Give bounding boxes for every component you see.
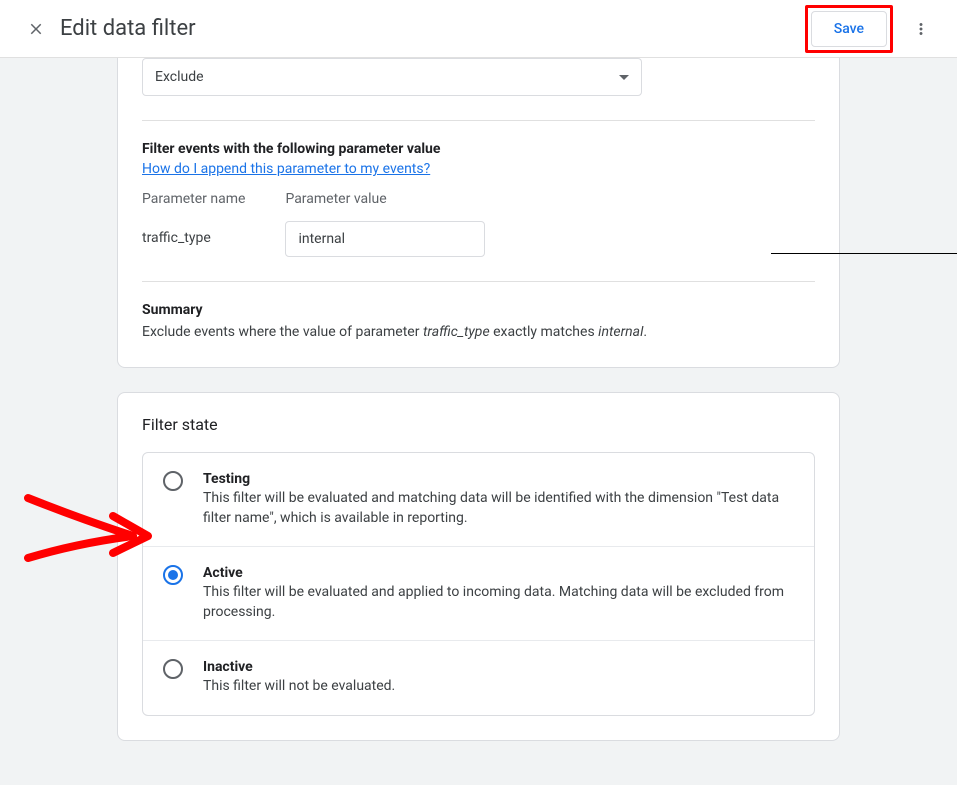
parameter-value-column: Parameter value xyxy=(285,191,485,257)
radio-icon xyxy=(163,659,183,679)
radio-title: Testing xyxy=(203,471,796,487)
divider xyxy=(142,281,815,282)
filter-operation-select[interactable]: Exclude xyxy=(142,58,642,96)
radio-title: Inactive xyxy=(203,659,796,675)
filter-settings-card: Exclude Filter events with the following… xyxy=(117,58,840,368)
close-button[interactable] xyxy=(16,9,56,49)
dropdown-icon xyxy=(619,75,629,80)
more-menu-button[interactable] xyxy=(901,9,941,49)
side-line-annotation xyxy=(771,253,957,254)
filter-operation-value: Exclude xyxy=(155,69,204,85)
filter-state-radio-group: Testing This filter will be evaluated an… xyxy=(142,452,815,716)
summary-text: Exclude events where the value of parame… xyxy=(142,322,815,343)
parameter-value-label: Parameter value xyxy=(285,191,485,207)
parameter-row: Parameter name traffic_type Parameter va… xyxy=(142,191,815,257)
summary-val: internal xyxy=(598,324,643,340)
filter-state-option-inactive[interactable]: Inactive This filter will not be evaluat… xyxy=(143,641,814,715)
summary-param: traffic_type xyxy=(423,324,490,340)
help-link[interactable]: How do I append this parameter to my eve… xyxy=(142,161,430,177)
filter-state-title: Filter state xyxy=(142,393,815,452)
summary-mid: exactly matches xyxy=(490,324,599,340)
radio-title: Active xyxy=(203,565,796,581)
radio-content: Testing This filter will be evaluated an… xyxy=(203,471,796,528)
parameter-value-input[interactable] xyxy=(285,221,485,257)
radio-description: This filter will be evaluated and applie… xyxy=(203,583,796,622)
filter-state-card: Filter state Testing This filter will be… xyxy=(117,392,840,741)
radio-icon xyxy=(163,565,183,585)
divider xyxy=(142,120,815,121)
filter-state-option-testing[interactable]: Testing This filter will be evaluated an… xyxy=(143,453,814,547)
page-body: Exclude Filter events with the following… xyxy=(0,58,957,785)
summary-prefix: Exclude events where the value of parame… xyxy=(142,324,423,340)
parameter-name-value: traffic_type xyxy=(142,221,245,246)
summary-heading: Summary xyxy=(142,302,815,318)
page-title: Edit data filter xyxy=(60,16,196,41)
close-icon xyxy=(27,20,45,38)
radio-icon xyxy=(163,471,183,491)
top-bar: Edit data filter Save xyxy=(0,0,957,58)
summary-suffix: . xyxy=(643,324,647,340)
radio-content: Inactive This filter will not be evaluat… xyxy=(203,659,796,697)
radio-description: This filter will not be evaluated. xyxy=(203,677,796,697)
save-highlight-annotation: Save xyxy=(805,5,893,53)
radio-description: This filter will be evaluated and matchi… xyxy=(203,489,796,528)
radio-content: Active This filter will be evaluated and… xyxy=(203,565,796,622)
parameter-name-label: Parameter name xyxy=(142,191,245,207)
save-button[interactable]: Save xyxy=(811,11,887,47)
more-vert-icon xyxy=(912,20,930,38)
parameter-name-column: Parameter name traffic_type xyxy=(142,191,245,257)
parameter-section-heading: Filter events with the following paramet… xyxy=(142,141,815,157)
filter-state-option-active[interactable]: Active This filter will be evaluated and… xyxy=(143,547,814,641)
